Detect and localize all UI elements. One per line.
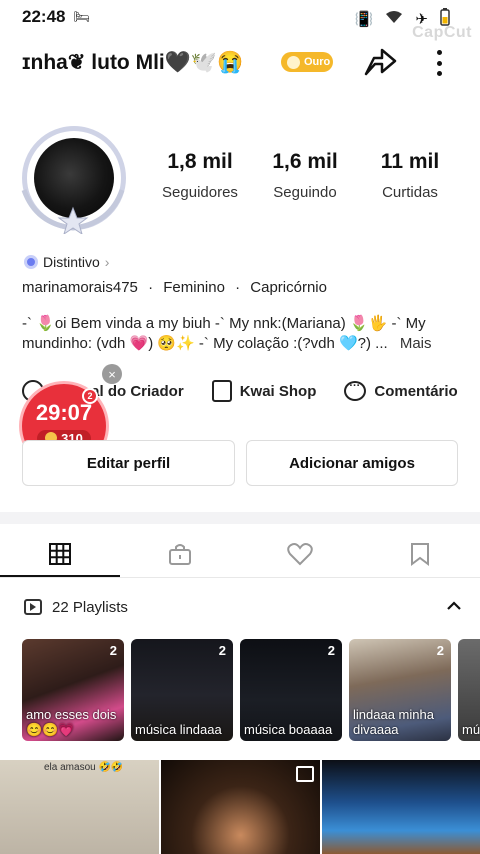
playlist-card[interactable]: 2 música boaaaa [240, 639, 342, 741]
comment-icon [344, 380, 367, 401]
profile-stats: 1,8 mil Seguidores 1,6 mil Seguindo 11 m… [150, 150, 460, 201]
bio-more-button[interactable]: Mais [400, 335, 432, 352]
bed-icon: 🛏 [73, 9, 90, 24]
bio-text: -` 🌷oi Bem vinda a my biuh -` My nnk:(Ma… [22, 315, 426, 352]
playlist-card[interactable]: 2 amo esses dois 😊😊💗 [22, 639, 124, 741]
tab-private[interactable] [120, 530, 240, 578]
gender: Feminino [163, 279, 225, 296]
section-divider [0, 512, 480, 524]
badge-label: Distintivo [43, 254, 100, 270]
stat-value: 11 mil [380, 150, 440, 173]
playlist-count: 2 [109, 643, 117, 658]
tabs-divider [0, 577, 480, 578]
status-time: 22:48 [22, 7, 66, 26]
stat-label: Curtidas [382, 184, 438, 201]
badge-link[interactable]: Distintivo › [24, 254, 109, 270]
playlist-card[interactable]: 2 lindaaa minha divaaaa [349, 639, 451, 741]
more-dot [436, 71, 442, 76]
playlist-row: 2 amo esses dois 😊😊💗 2 música lindaaa 2 … [22, 639, 480, 743]
image-icon [296, 766, 314, 782]
shopping-bag-icon [211, 380, 232, 402]
video-thumbnail[interactable]: ela amasou 🤣🤣 [0, 760, 159, 854]
likes-stat[interactable]: 11 mil Curtidas [360, 150, 460, 201]
playlist-title: música lindaaa [135, 722, 222, 737]
avatar[interactable] [16, 124, 130, 236]
profile-name: ɪnha❦ luto Mli🖤🕊️😭 [22, 51, 244, 74]
playlists-count: 22 Playlists [52, 598, 128, 616]
bio: -` 🌷oi Bem vinda a my biuh -` My nnk:(Ma… [22, 314, 462, 354]
timer-value: 29:07 [35, 399, 93, 425]
bookmark-icon [411, 543, 429, 566]
grid-icon [49, 543, 71, 565]
chevron-right-icon: › [104, 254, 110, 270]
kwai-shop-button[interactable]: Kwai Shop [211, 380, 317, 402]
zodiac-sign: Capricórnio [250, 279, 327, 296]
stat-label: Seguidores [162, 184, 238, 201]
private-lock-icon [169, 544, 191, 565]
heart-icon [287, 543, 313, 566]
more-dot [436, 60, 442, 66]
playlist-card[interactable]: 2 música lindaaa [131, 639, 233, 741]
playlist-count: 2 [327, 643, 335, 658]
add-friends-button[interactable]: Adicionar amigos [246, 440, 458, 486]
feature-label: Kwai Shop [239, 382, 317, 400]
stat-label: Seguindo [273, 184, 337, 201]
playlist-title: mú [462, 722, 480, 737]
rank-badge[interactable]: Ouro [281, 52, 333, 72]
separator: · [148, 279, 154, 296]
top-bar: ɪnha❦ luto Mli🖤🕊️😭 [0, 40, 480, 88]
comments-button[interactable]: Comentário [344, 380, 458, 401]
video-thumbnail[interactable] [161, 760, 320, 854]
username: marinamorais475 [22, 279, 138, 296]
profile-info-line: marinamorais475 · Feminino · Capricórnio [22, 279, 327, 296]
video-thumbnail[interactable] [322, 760, 480, 854]
feature-label: Comentário [374, 382, 458, 400]
playlist-title: lindaaa minha divaaaa [353, 707, 434, 737]
video-caption: ela amasou 🤣🤣 [44, 762, 124, 773]
coin-icon [287, 55, 300, 69]
playlist-title: amo esses dois 😊😊💗 [26, 707, 117, 737]
timer-mark-badge: 2 [82, 388, 98, 404]
close-icon[interactable]: × [102, 364, 122, 384]
playlists-header[interactable]: 22 Playlists [24, 594, 464, 620]
chevron-up-icon [447, 601, 461, 610]
playlist-count: 2 [218, 643, 226, 658]
edit-profile-button[interactable]: Editar perfil [22, 440, 235, 486]
badge-icon [24, 255, 38, 269]
tab-likes[interactable] [240, 530, 360, 578]
video-grid: ela amasou 🤣🤣 [0, 760, 480, 854]
playlist-count: 2 [436, 643, 444, 658]
separator: · [235, 279, 241, 296]
playlist-title: música boaaaa [244, 722, 333, 737]
tab-saved[interactable] [360, 530, 480, 578]
playlist-card[interactable]: mú [458, 639, 480, 741]
following-stat[interactable]: 1,6 mil Seguindo [255, 150, 355, 201]
more-dot [436, 50, 442, 55]
stat-value: 1,6 mil [272, 150, 338, 173]
more-options-button[interactable] [424, 46, 454, 80]
followers-stat[interactable]: 1,8 mil Seguidores [150, 150, 250, 201]
stat-value: 1,8 mil [167, 150, 233, 173]
playlist-icon [24, 599, 42, 615]
vibrate-icon: 📳 [354, 11, 374, 28]
wifi-icon [385, 10, 403, 28]
tab-posts[interactable] [0, 530, 120, 578]
share-button[interactable] [362, 44, 398, 80]
content-tabs [0, 530, 480, 578]
rank-label: Ouro [304, 56, 331, 68]
share-arrow-icon [364, 48, 397, 76]
laurel-frame-icon [21, 189, 125, 234]
